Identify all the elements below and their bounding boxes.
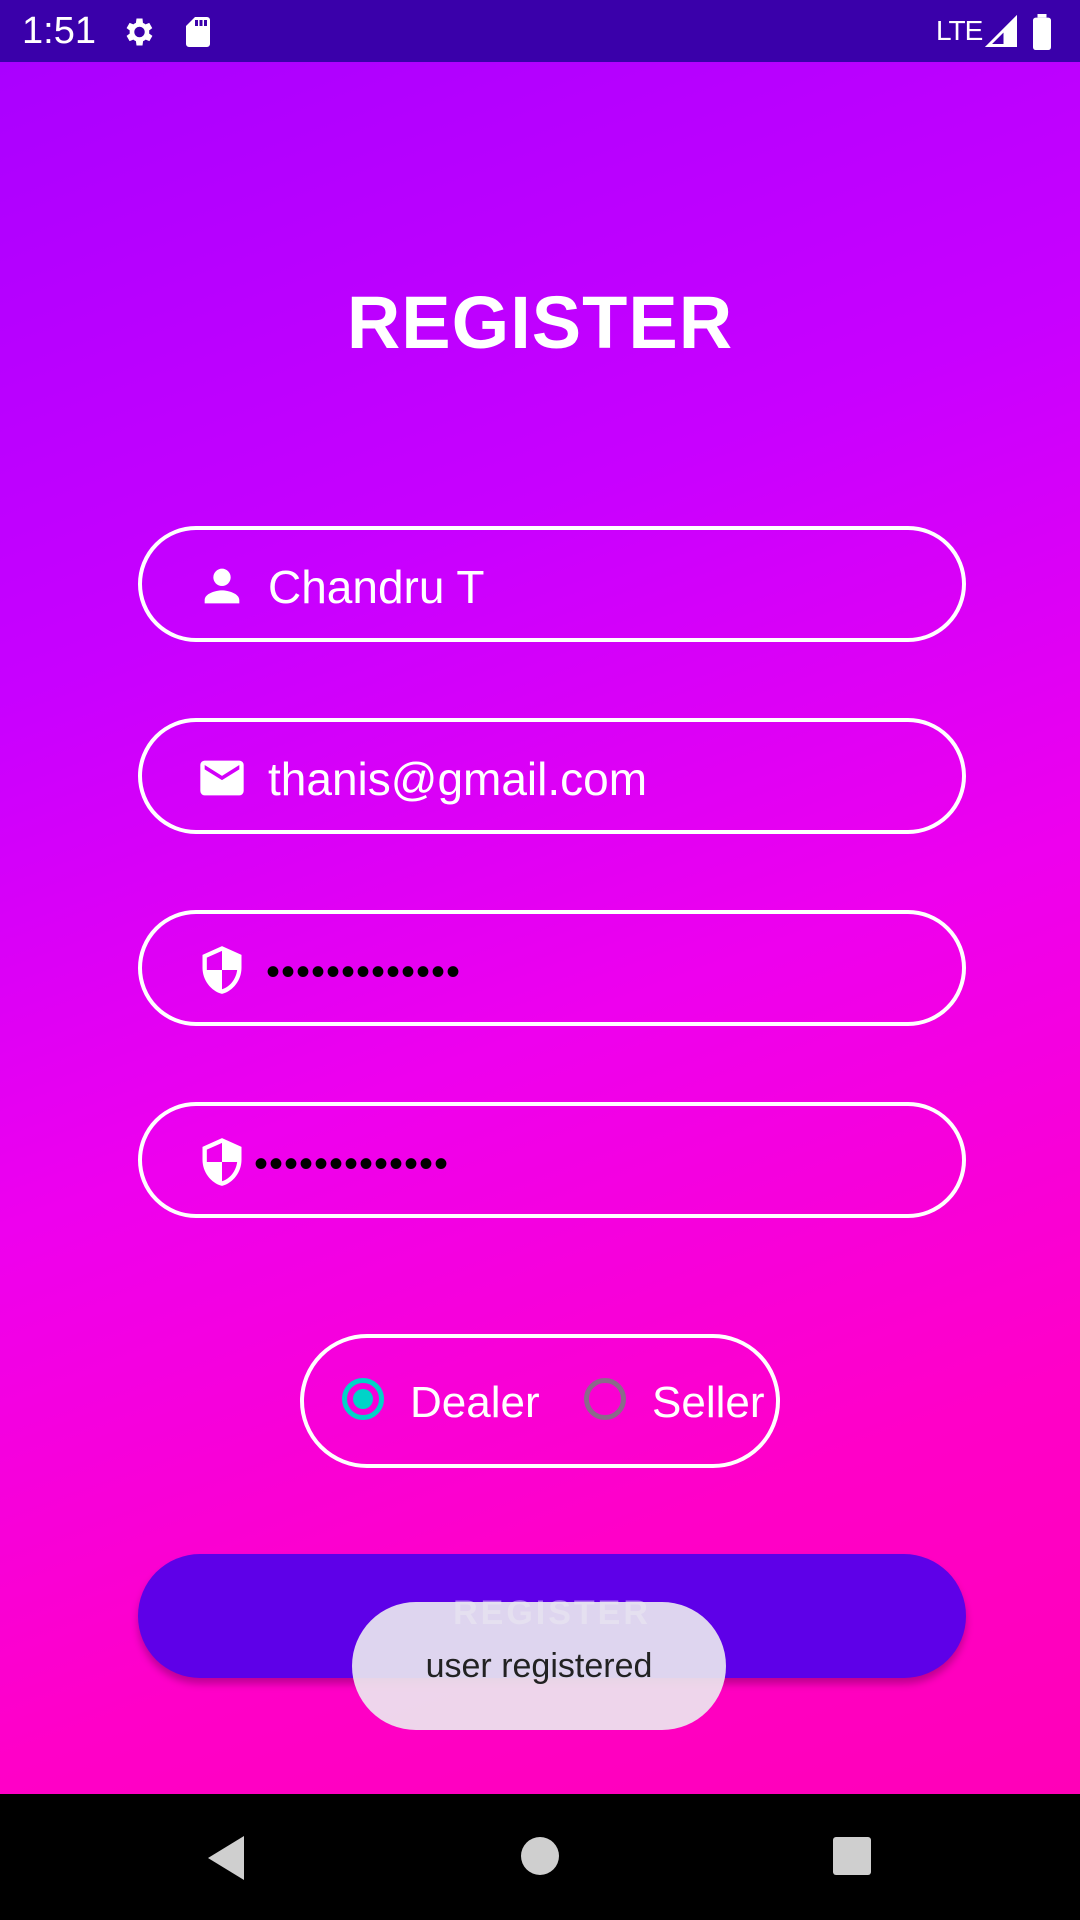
- recents-icon[interactable]: [832, 1836, 872, 1876]
- home-icon[interactable]: [520, 1836, 560, 1876]
- password-field[interactable]: •••••••••••••: [138, 910, 966, 1026]
- back-icon[interactable]: [204, 1834, 248, 1882]
- signal-icon: [984, 14, 1020, 50]
- toast-message: user registered: [425, 1647, 653, 1685]
- name-value: Chandru T: [268, 561, 485, 613]
- person-icon: [196, 560, 248, 612]
- toast: user registered: [352, 1602, 726, 1730]
- radio-label-seller: Seller: [652, 1378, 765, 1427]
- name-field[interactable]: Chandru T: [138, 526, 966, 642]
- confirm-password-field[interactable]: •••••••••••••: [138, 1102, 966, 1218]
- sd-card-icon: [180, 14, 216, 50]
- mail-icon: [196, 752, 248, 804]
- page-title: REGISTER: [346, 281, 734, 364]
- radio-selected-icon: [342, 1378, 384, 1420]
- email-field[interactable]: thanis@gmail.com: [138, 718, 966, 834]
- register-screen: REGISTER Chandru T thanis@gmail.com ••••…: [0, 62, 1080, 1794]
- shield-icon: [196, 1136, 248, 1188]
- shield-icon: [196, 944, 248, 996]
- status-time: 1:51: [22, 10, 96, 52]
- password-value: •••••••••••••: [266, 950, 462, 994]
- email-value: thanis@gmail.com: [268, 753, 648, 805]
- battery-icon: [1030, 14, 1054, 51]
- radio-label-dealer: Dealer: [410, 1378, 540, 1427]
- status-bar: 1:51 LTE: [0, 0, 1080, 62]
- confirm-password-value: •••••••••••••: [254, 1142, 450, 1186]
- network-type: LTE: [936, 15, 983, 46]
- navigation-bar: [0, 1794, 1080, 1920]
- role-radio-group: Dealer Seller: [300, 1334, 780, 1468]
- radio-unselected-icon: [584, 1378, 626, 1420]
- gear-icon: [120, 14, 156, 50]
